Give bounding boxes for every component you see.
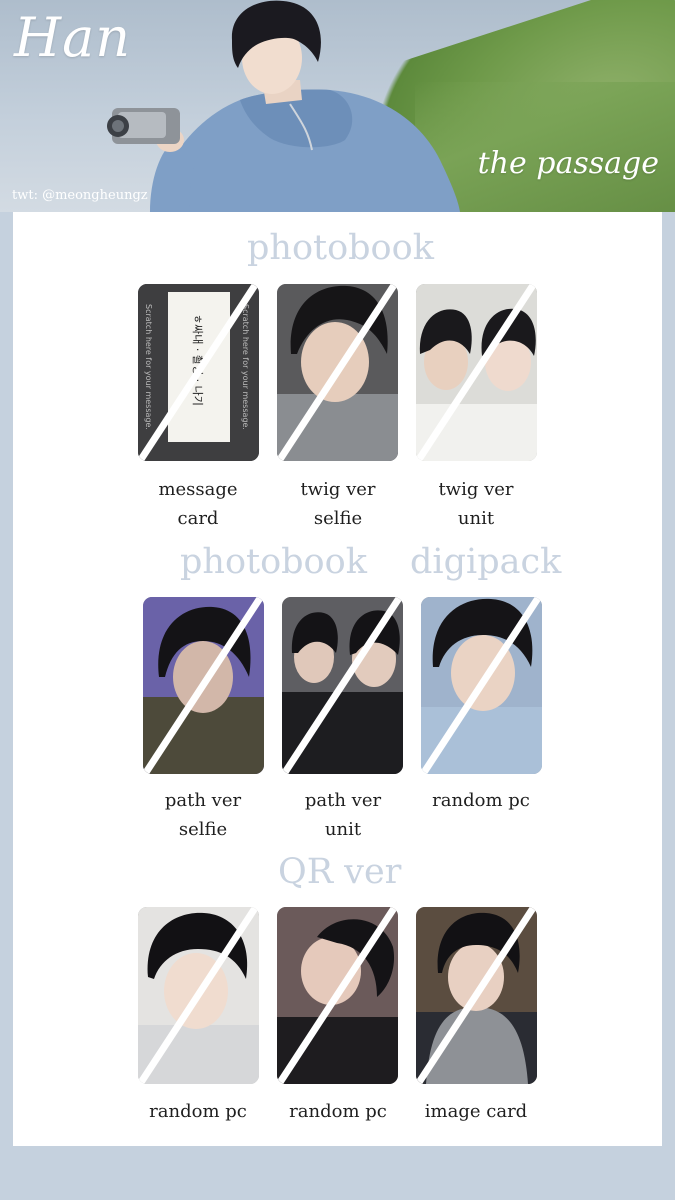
- album-title: the passage: [477, 146, 659, 181]
- photocard-image-card[interactable]: [416, 907, 537, 1084]
- photocard-qr-random-1[interactable]: [138, 907, 259, 1084]
- slash-mark: [277, 907, 398, 1084]
- label-line2: unit: [324, 819, 362, 840]
- slash-mark: [138, 284, 259, 461]
- label-line2: unit: [457, 508, 495, 529]
- photocard-twig-unit[interactable]: [416, 284, 537, 461]
- slash-mark: [277, 284, 398, 461]
- label-twig-selfie: twig ver selfie: [263, 475, 413, 533]
- slash-mark: [143, 597, 264, 774]
- label-path-selfie: path ver selfie: [128, 786, 278, 844]
- photocard-message-card[interactable]: Scratch here for your message. Scratch h…: [138, 284, 259, 461]
- label-line1: message: [158, 479, 238, 500]
- label-line2: card: [177, 508, 219, 529]
- label-line2: selfie: [178, 819, 228, 840]
- label-digipack-random: random pc: [406, 786, 556, 815]
- slash-mark: [416, 284, 537, 461]
- label-line1: twig ver: [300, 479, 376, 500]
- label-qr-random-1: random pc: [123, 1097, 273, 1126]
- photocard-digipack-random[interactable]: [421, 597, 542, 774]
- label-line1: image card: [424, 1101, 528, 1122]
- section-title-qr-ver: QR ver: [278, 852, 402, 892]
- label-qr-random-2: random pc: [263, 1097, 413, 1126]
- content-panel: photobook Scratch here for your message.…: [13, 212, 662, 1146]
- photocard-path-selfie[interactable]: [143, 597, 264, 774]
- name-title: Han: [14, 6, 132, 69]
- label-image-card: image card: [401, 1097, 551, 1126]
- photocard-path-unit[interactable]: [282, 597, 403, 774]
- label-line1: random pc: [432, 790, 530, 811]
- credit-handle: twt: @meongheungz: [12, 188, 148, 203]
- label-line1: path ver: [304, 790, 382, 811]
- photocard-twig-selfie[interactable]: [277, 284, 398, 461]
- label-line1: twig ver: [438, 479, 514, 500]
- label-twig-unit: twig ver unit: [401, 475, 551, 533]
- label-message-card: message card: [123, 475, 273, 533]
- photocard-qr-random-2[interactable]: [277, 907, 398, 1084]
- label-line1: path ver: [164, 790, 242, 811]
- header-banner: Han the passage twt: @meongheungz: [0, 0, 675, 212]
- slash-mark: [416, 907, 537, 1084]
- slash-mark: [282, 597, 403, 774]
- section-title-photobook-2: photobook: [180, 542, 367, 582]
- label-line1: random pc: [149, 1101, 247, 1122]
- section-title-digipack: digipack: [410, 542, 562, 582]
- label-line2: selfie: [313, 508, 363, 529]
- slash-mark: [138, 907, 259, 1084]
- label-line1: random pc: [289, 1101, 387, 1122]
- slash-mark: [421, 597, 542, 774]
- label-path-unit: path ver unit: [268, 786, 418, 844]
- section-title-photobook: photobook: [247, 228, 434, 268]
